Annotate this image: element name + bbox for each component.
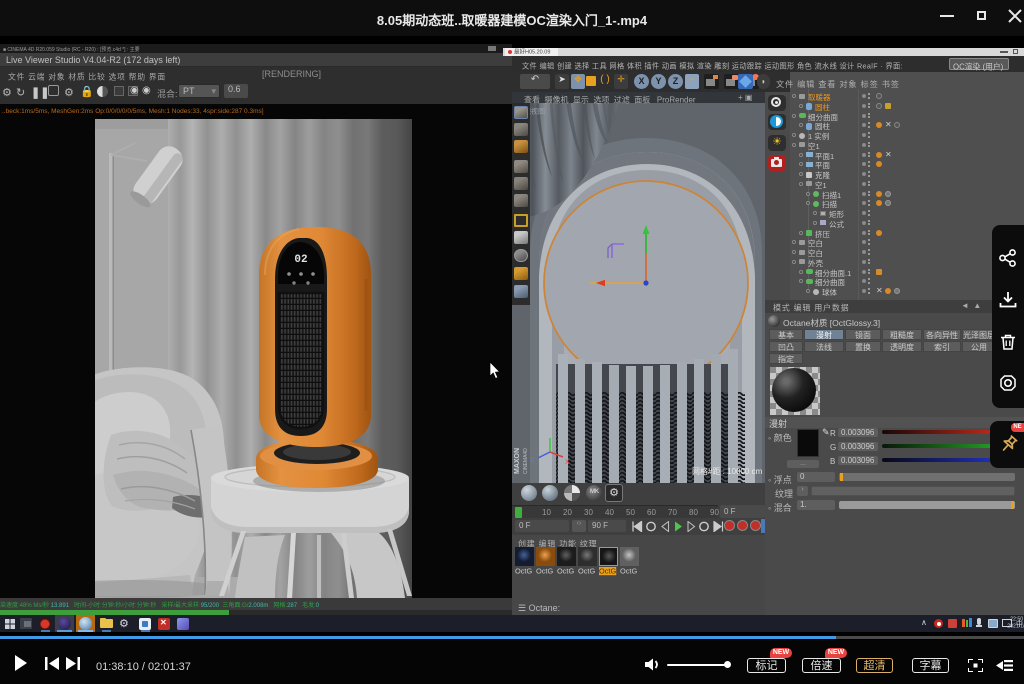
svg-text:Z: Z (530, 457, 535, 464)
svg-text:CINEMA4D: CINEMA4D (523, 448, 529, 474)
svg-text:MAXON: MAXON (514, 448, 521, 474)
svg-text:X: X (565, 459, 570, 466)
svg-text:网格#距 : 10000 cm: 网格#距 : 10000 cm (692, 466, 763, 476)
